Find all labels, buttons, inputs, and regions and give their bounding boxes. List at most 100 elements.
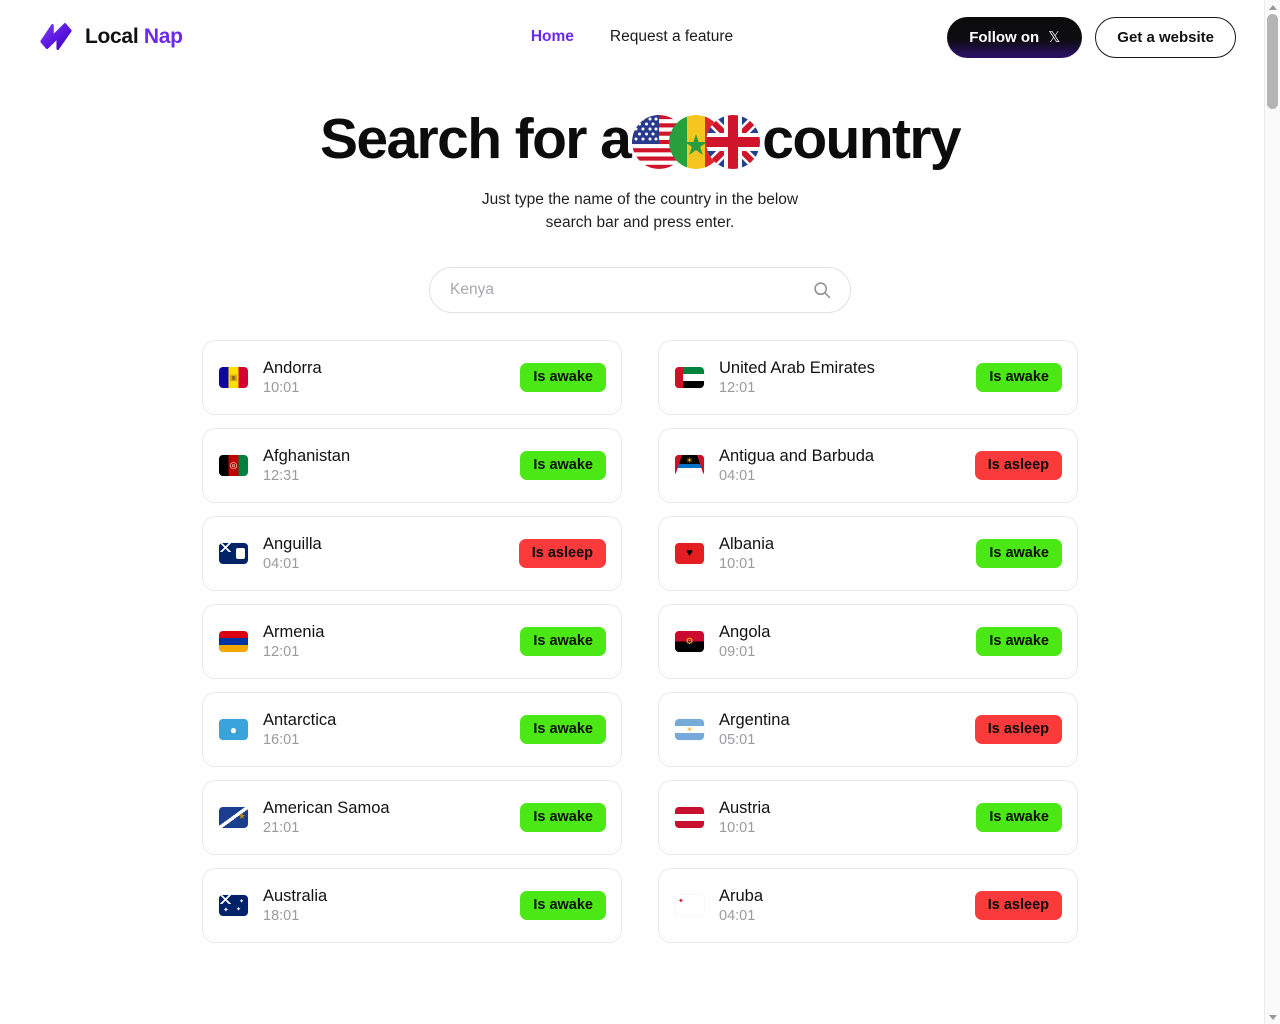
status-badge: Is awake	[976, 539, 1062, 569]
country-card[interactable]: ☀ Argentina 05:01 Is asleep	[658, 692, 1078, 768]
page-title-before: Search for a	[319, 107, 632, 171]
country-card[interactable]: ♥ Albania 10:01 Is awake	[658, 516, 1078, 592]
search-input[interactable]	[450, 281, 812, 300]
country-local-time: 10:01	[719, 820, 756, 837]
search-icon	[814, 282, 831, 299]
country-local-time: 10:01	[719, 556, 756, 573]
country-local-time: 12:31	[263, 468, 300, 485]
country-card[interactable]: Austria 10:01 Is awake	[658, 780, 1078, 856]
country-info: Anguilla 04:01	[263, 535, 322, 574]
nav-link-home[interactable]: Home	[531, 28, 574, 46]
status-badge: Is awake	[520, 627, 606, 657]
antarctica-flag-icon: ●	[219, 719, 248, 741]
albania-flag-icon: ♥	[675, 543, 704, 565]
country-name: Austria	[719, 798, 771, 817]
status-badge: Is asleep	[974, 451, 1062, 481]
country-card[interactable]: ● Antarctica 16:01 Is awake	[202, 692, 622, 768]
united-kingdom-flag-icon	[706, 114, 761, 169]
antigua-and-barbuda-flag-icon: ☀	[675, 455, 704, 477]
american-samoa-flag-icon: ★	[219, 807, 248, 829]
country-local-time: 09:01	[719, 644, 756, 661]
country-name: United Arab Emirates	[719, 358, 875, 377]
argentina-flag-icon: ☀	[675, 719, 704, 741]
brand-logo-link[interactable]: Local Nap	[38, 20, 183, 54]
country-local-time: 18:01	[263, 908, 300, 925]
country-name: Argentina	[719, 710, 790, 729]
country-local-time: 16:01	[263, 732, 300, 749]
status-badge: Is awake	[520, 803, 606, 833]
country-info: Albania 10:01	[719, 535, 774, 574]
status-badge: Is awake	[520, 363, 606, 393]
page-root: Local Nap Home Request a feature Follow …	[0, 0, 1280, 1024]
afghanistan-flag-icon: ◎	[219, 455, 248, 477]
country-card[interactable]: ★ American Samoa 21:01 Is awake	[202, 780, 622, 856]
aruba-flag-icon: ✦	[675, 895, 704, 916]
country-card[interactable]: Armenia 12:01 Is awake	[202, 604, 622, 680]
austria-flag-icon	[675, 807, 704, 829]
country-local-time: 04:01	[719, 908, 756, 925]
country-card[interactable]: ✦ Aruba 04:01 Is asleep	[658, 868, 1078, 944]
page-title: Search for a country	[0, 107, 1280, 171]
country-local-time: 04:01	[263, 556, 300, 573]
andorra-flag-icon: ▣	[219, 367, 248, 389]
country-local-time: 21:01	[263, 820, 300, 837]
country-info: Angola 09:01	[719, 623, 770, 662]
country-card[interactable]: Anguilla 04:01 Is asleep	[202, 516, 622, 592]
scroll-up-arrow-icon[interactable]	[1265, 0, 1280, 14]
scroll-down-arrow-icon[interactable]	[1265, 1010, 1280, 1024]
country-card[interactable]: ◎ Afghanistan 12:31 Is awake	[202, 428, 622, 504]
country-name: Antarctica	[263, 710, 337, 729]
zigzag-logo-icon	[40, 23, 72, 50]
status-badge: Is awake	[520, 891, 606, 921]
country-name: Andorra	[263, 358, 322, 377]
country-info: Aruba 04:01	[719, 887, 763, 926]
country-name: American Samoa	[263, 798, 390, 817]
country-info: Antigua and Barbuda 04:01	[719, 447, 874, 486]
page-title-after: country	[762, 107, 961, 171]
nav-link-request-a-feature[interactable]: Request a feature	[610, 28, 733, 46]
uae-flag-icon	[675, 367, 704, 389]
country-info: Antarctica 16:01	[263, 711, 336, 750]
country-name: Aruba	[719, 886, 764, 905]
country-local-time: 12:01	[719, 380, 756, 397]
scrollbar-thumb[interactable]	[1267, 14, 1278, 109]
country-card[interactable]: ⚙ Angola 09:01 Is awake	[658, 604, 1078, 680]
header-actions: Follow on 𝕏 Get a website	[947, 16, 1236, 58]
status-badge: Is asleep	[518, 539, 606, 569]
page-subtitle-line1: Just type the name of the country in the…	[481, 190, 799, 208]
country-card[interactable]: ▣ Andorra 10:01 Is awake	[202, 340, 622, 416]
page-scrollbar[interactable]	[1264, 0, 1280, 1024]
follow-on-x-label: Follow on	[969, 28, 1040, 46]
status-badge: Is awake	[976, 627, 1062, 657]
country-local-time: 05:01	[719, 732, 756, 749]
status-badge: Is awake	[520, 451, 606, 481]
status-badge: Is asleep	[974, 715, 1062, 745]
country-grid: ▣ Andorra 10:01 Is awake United Arab Emirate…	[202, 340, 1078, 944]
country-info: Argentina 05:01	[719, 711, 790, 750]
country-name: Armenia	[263, 622, 325, 641]
country-info: United Arab Emirates 12:01	[719, 359, 875, 398]
country-local-time: 12:01	[263, 644, 300, 661]
status-badge: Is awake	[520, 715, 606, 745]
follow-on-x-button[interactable]: Follow on 𝕏	[947, 16, 1083, 58]
site-header: Local Nap Home Request a feature Follow …	[0, 0, 1264, 74]
search-bar[interactable]	[429, 267, 851, 314]
anguilla-flag-icon	[219, 543, 248, 565]
search-button[interactable]	[812, 280, 832, 300]
country-card[interactable]: United Arab Emirates 12:01 Is awake	[658, 340, 1078, 416]
country-name: Afghanistan	[263, 446, 351, 465]
country-name: Antigua and Barbuda	[719, 446, 875, 465]
country-card[interactable]: ☀ Antigua and Barbuda 04:01 Is asleep	[658, 428, 1078, 504]
get-a-website-button[interactable]: Get a website	[1095, 16, 1236, 58]
angola-flag-icon: ⚙	[675, 631, 704, 653]
country-name: Albania	[719, 534, 775, 553]
country-name: Anguilla	[263, 534, 322, 553]
page-subtitle-line2: search bar and press enter.	[545, 214, 735, 232]
status-badge: Is asleep	[974, 891, 1062, 921]
country-card[interactable]: ✦ ✦ ✦ Australia 18:01 Is awake	[202, 868, 622, 944]
australia-flag-icon: ✦ ✦ ✦	[219, 895, 248, 917]
main-nav: Home Request a feature	[531, 28, 733, 46]
hero-flag-stack	[632, 114, 761, 169]
armenia-flag-icon	[219, 631, 248, 653]
country-info: Armenia 12:01	[263, 623, 324, 662]
